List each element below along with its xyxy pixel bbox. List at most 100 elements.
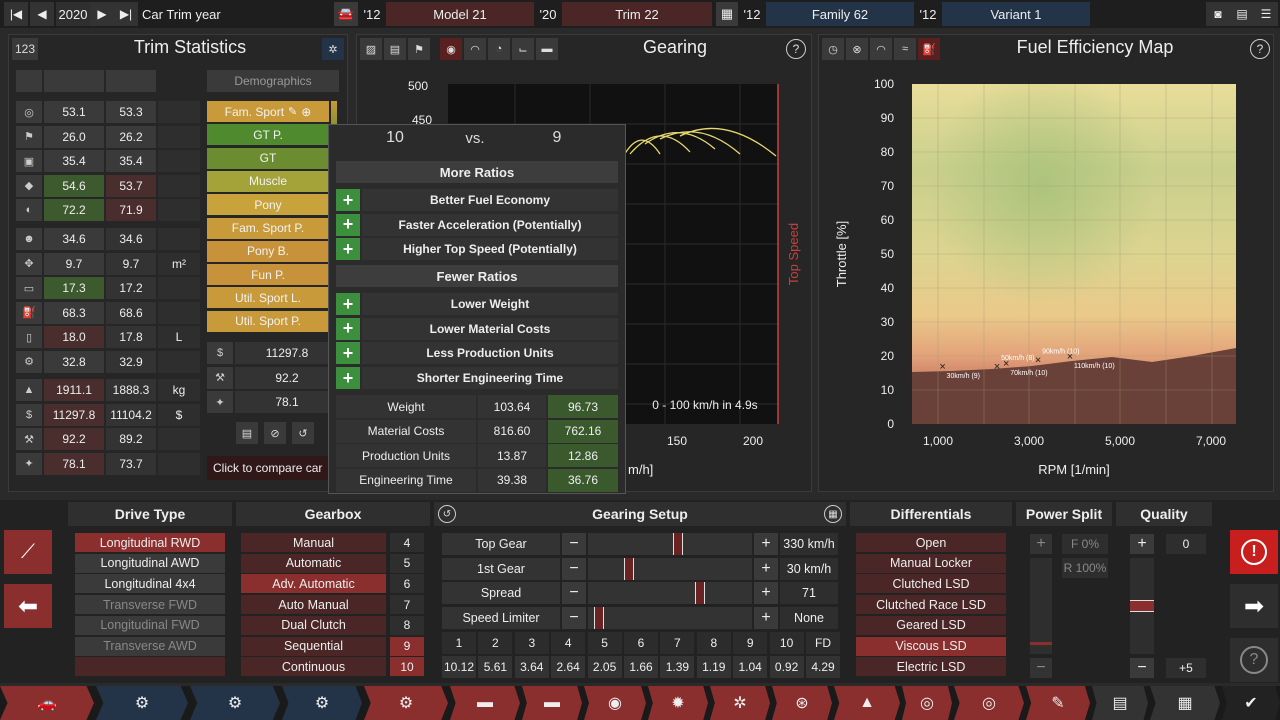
test-track-icon[interactable]: ▦: [1150, 686, 1220, 720]
table-icon[interactable]: ▤: [384, 38, 406, 60]
clear-icon[interactable]: ⊘: [264, 422, 286, 444]
drivetrain-icon[interactable]: ⚙: [282, 686, 362, 720]
prev-year-icon[interactable]: ◀: [30, 2, 54, 26]
gearbox-option[interactable]: Dual Clutch: [241, 615, 386, 635]
demographic-item[interactable]: Util. Sport P.: [207, 310, 329, 332]
fuel-pump-icon[interactable]: ⛽: [918, 38, 940, 60]
gear-count-option[interactable]: 5: [390, 553, 424, 573]
decrease-button[interactable]: −: [562, 607, 586, 630]
decrease-button[interactable]: −: [562, 557, 586, 580]
gearbox-option[interactable]: Continuous: [241, 657, 386, 677]
power-split-plus-button[interactable]: +: [1030, 534, 1052, 554]
first-year-icon[interactable]: |◀: [4, 2, 28, 26]
gearing-setup-slider[interactable]: [588, 582, 752, 605]
reset-icon[interactable]: ↺: [438, 505, 456, 523]
lights-icon[interactable]: ◉: [584, 686, 646, 720]
quality-plus-button[interactable]: +: [1130, 534, 1154, 554]
help-button[interactable]: ?: [1230, 638, 1278, 682]
increase-button[interactable]: +: [754, 533, 778, 555]
wave-icon[interactable]: ≈: [894, 38, 916, 60]
next-year-icon[interactable]: ▶: [90, 2, 114, 26]
gearing-setup-slider[interactable]: [588, 533, 752, 555]
demographic-item[interactable]: Pony B.: [207, 240, 329, 262]
stats-badge[interactable]: 123: [12, 38, 38, 60]
car-body-icon[interactable]: 🚗: [0, 686, 94, 720]
flag-icon[interactable]: ⚑: [408, 38, 430, 60]
gearbox-nav-icon[interactable]: ⚙: [364, 686, 448, 720]
differential-option[interactable]: Viscous LSD: [856, 636, 1006, 656]
steering-nav-icon[interactable]: ◎: [902, 686, 952, 720]
help-icon[interactable]: ?: [786, 39, 806, 59]
tire-icon[interactable]: ◔: [488, 38, 510, 60]
wheel-nav-icon[interactable]: ✲: [710, 686, 770, 720]
quality-minus-button[interactable]: −: [1130, 658, 1154, 678]
increase-button[interactable]: +: [754, 557, 778, 580]
gauge-icon[interactable]: ◠: [464, 38, 486, 60]
decrease-button[interactable]: −: [562, 533, 586, 555]
suspension-icon[interactable]: ⚙: [190, 686, 280, 720]
arc-icon[interactable]: ◠: [870, 38, 892, 60]
cancel-icon[interactable]: ⊗: [846, 38, 868, 60]
gearbox-option[interactable]: Automatic: [241, 553, 386, 573]
gearing-setup-slider[interactable]: [588, 557, 752, 580]
drive-type-option[interactable]: Transverse AWD: [75, 636, 225, 656]
interior-icon[interactable]: ▬: [450, 686, 520, 720]
options-icon[interactable]: ▦: [824, 505, 842, 523]
paint-icon[interactable]: ✎: [1026, 686, 1090, 720]
chassis-icon[interactable]: ⚙: [96, 686, 188, 720]
gearbox-option[interactable]: Adv. Automatic: [241, 574, 386, 594]
gearbox-option[interactable]: Manual: [241, 533, 386, 552]
wheel-icon[interactable]: ◉: [440, 38, 462, 60]
demographic-item[interactable]: Muscle: [207, 170, 329, 192]
last-year-icon[interactable]: ▶|: [114, 2, 138, 26]
aero-icon[interactable]: ▲: [834, 686, 900, 720]
differential-option[interactable]: Electric LSD: [856, 657, 1006, 677]
compare-car-button[interactable]: Click to compare car: [207, 456, 337, 480]
demographic-item[interactable]: Fun P.: [207, 264, 329, 286]
power-split-handle[interactable]: [1030, 642, 1052, 645]
gear-count-option[interactable]: 10: [390, 657, 424, 677]
gear-count-option[interactable]: 6: [390, 574, 424, 594]
increase-button[interactable]: +: [754, 582, 778, 605]
differential-option[interactable]: Clutched Race LSD: [856, 595, 1006, 615]
graph-icon[interactable]: ⟋: [4, 530, 52, 574]
tire-nav-icon[interactable]: ⊛: [772, 686, 832, 720]
safety-nav-icon[interactable]: ▬: [522, 686, 582, 720]
gauge-icon[interactable]: ◷: [822, 38, 844, 60]
slider-handle[interactable]: [694, 582, 705, 605]
target-icon[interactable]: ⊕: [301, 105, 311, 119]
reset-icon[interactable]: ↺: [292, 422, 314, 444]
gearing-setup-slider[interactable]: [588, 607, 752, 630]
variant-button[interactable]: Variant 1: [942, 2, 1090, 26]
drive-type-option[interactable]: Longitudinal 4x4: [75, 574, 225, 594]
increase-button[interactable]: +: [754, 607, 778, 630]
demographic-item[interactable]: Pony: [207, 194, 329, 216]
gear-count-option[interactable]: 8: [390, 615, 424, 635]
drive-type-option[interactable]: Longitudinal FWD: [75, 615, 225, 635]
brakes-icon[interactable]: ✹: [648, 686, 708, 720]
quality-handle[interactable]: [1130, 600, 1154, 612]
forward-arrow-icon[interactable]: ➡: [1230, 584, 1278, 628]
stats-nav-icon[interactable]: ▤: [1092, 686, 1148, 720]
demographic-item[interactable]: GT: [207, 147, 329, 169]
pin-icon[interactable]: ✎: [288, 105, 297, 118]
calculator-icon[interactable]: ▤: [1230, 2, 1254, 26]
differential-option[interactable]: Geared LSD: [856, 615, 1006, 635]
differential-option[interactable]: Clutched LSD: [856, 574, 1006, 594]
differential-option[interactable]: Open: [856, 533, 1006, 552]
alert-button[interactable]: !: [1230, 530, 1278, 574]
gear-count-option[interactable]: 9: [390, 636, 424, 656]
demographic-item[interactable]: Util. Sport L.: [207, 287, 329, 309]
clipboard-icon[interactable]: ▤: [236, 422, 258, 444]
seat-icon[interactable]: ⌙: [512, 38, 534, 60]
gear-count-option[interactable]: 4: [390, 533, 424, 552]
menu-icon[interactable]: ☰: [1254, 2, 1278, 26]
chart-icon[interactable]: ▨: [360, 38, 382, 60]
model-button[interactable]: Model 21: [386, 2, 534, 26]
slider-handle[interactable]: [624, 557, 634, 580]
power-split-minus-button[interactable]: −: [1030, 658, 1052, 678]
drive-type-option[interactable]: Longitudinal RWD: [75, 533, 225, 552]
steering-test-icon[interactable]: ◎: [954, 686, 1024, 720]
differential-option[interactable]: Manual Locker: [856, 553, 1006, 573]
gears-icon[interactable]: ✲: [322, 38, 344, 60]
